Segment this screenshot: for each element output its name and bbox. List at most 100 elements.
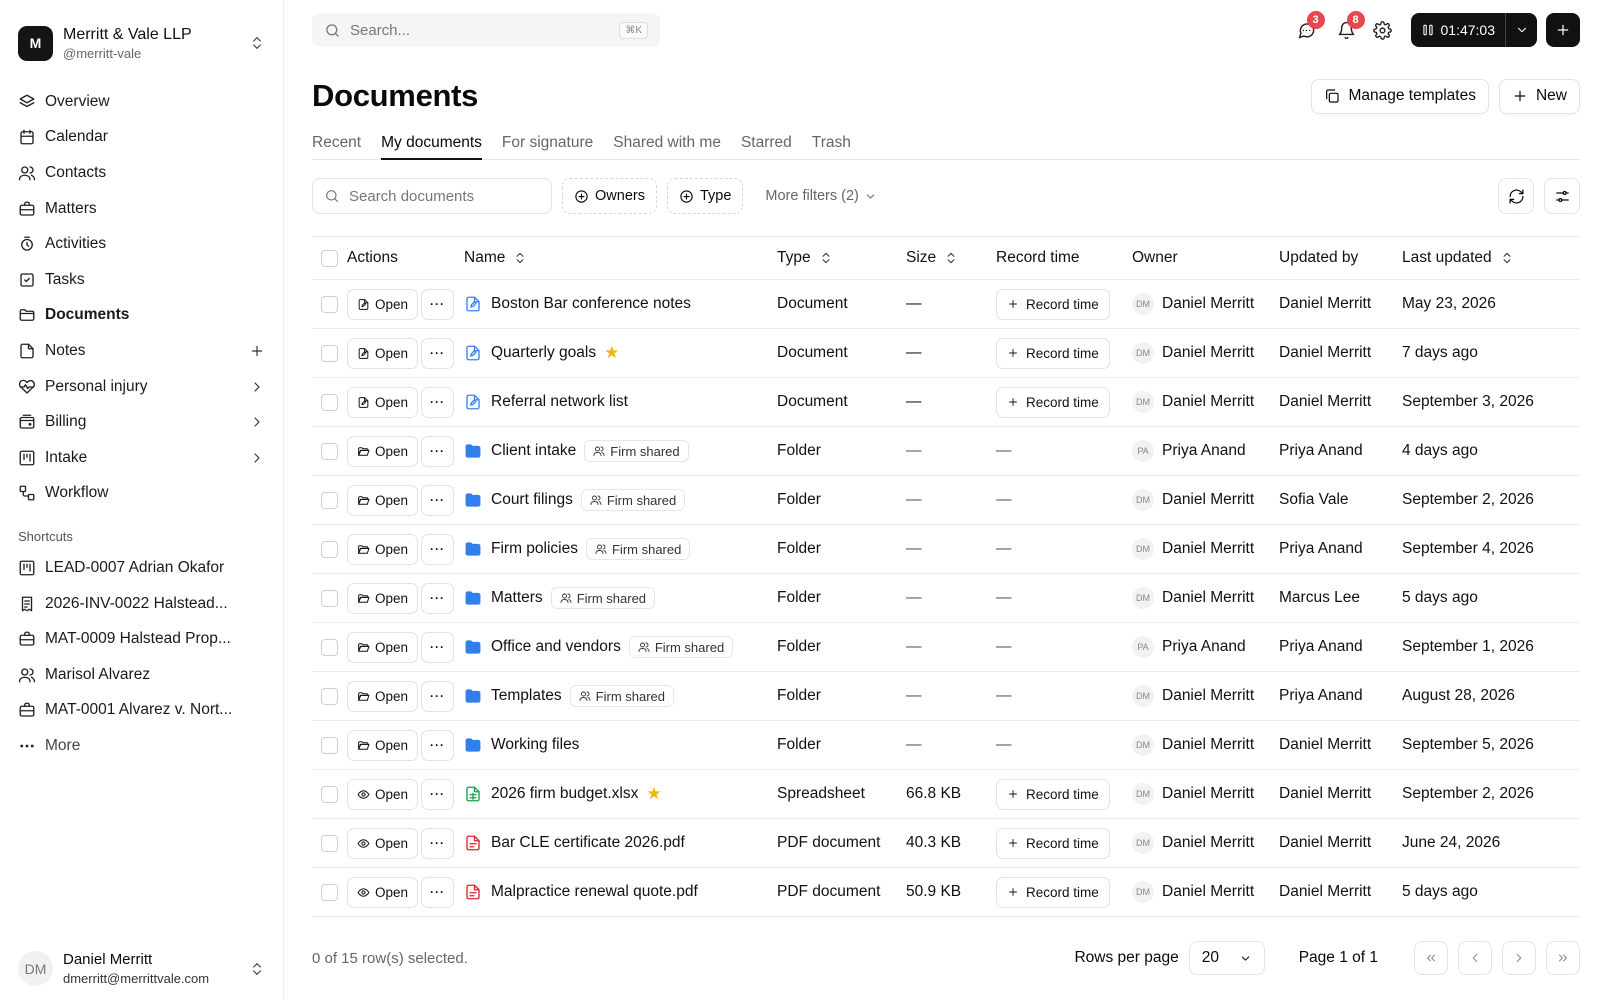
row-checkbox[interactable] (321, 491, 338, 509)
record-time-button[interactable]: Record time (996, 778, 1110, 810)
shortcut-item[interactable]: Marisol Alvarez (10, 657, 273, 693)
view-options-button[interactable] (1544, 178, 1580, 214)
row-more-button[interactable]: ··· (421, 484, 455, 516)
sidebar-item-contacts[interactable]: Contacts (10, 155, 273, 191)
owners-filter-button[interactable]: Owners (562, 178, 657, 214)
row-more-button[interactable]: ··· (421, 533, 455, 565)
open-button[interactable]: Open (347, 827, 419, 859)
row-more-button[interactable]: ··· (421, 631, 455, 663)
new-document-button[interactable]: New (1498, 78, 1580, 114)
table-row[interactable]: Open ··· Quarterly goals ★ Document — Record t… (312, 328, 1580, 378)
document-search-input[interactable]: Search documents (312, 178, 552, 214)
open-button[interactable]: Open (347, 533, 419, 565)
table-row[interactable]: Open ··· Firm policies Firm shared Folder — — D… (312, 524, 1580, 574)
row-checkbox[interactable] (321, 344, 338, 362)
sidebar-item-activities[interactable]: Activities (10, 226, 273, 262)
sidebar-item-personal-injury[interactable]: Personal injury (10, 369, 273, 405)
tab-trash[interactable]: Trash (812, 128, 851, 159)
row-checkbox[interactable] (321, 736, 338, 754)
user-menu[interactable]: DM Daniel Merritt dmerritt@merrittvale.c… (18, 951, 265, 986)
select-all-checkbox[interactable] (321, 249, 338, 267)
record-time-button[interactable]: Record time (996, 288, 1110, 320)
row-checkbox[interactable] (321, 393, 338, 411)
row-more-button[interactable]: ··· (421, 582, 455, 614)
document-name[interactable]: Malpractice renewal quote.pdf (491, 883, 698, 901)
record-time-button[interactable]: Record time (996, 337, 1110, 369)
type-filter-button[interactable]: Type (666, 178, 744, 214)
row-checkbox[interactable] (321, 834, 338, 852)
table-row[interactable]: Open ··· Client intake Firm shared Folder — — P… (312, 426, 1580, 476)
sidebar-item-notes[interactable]: Notes (10, 333, 273, 369)
record-time-button[interactable]: Record time (996, 386, 1110, 418)
document-name[interactable]: Bar CLE certificate 2026.pdf (491, 834, 685, 852)
col-name[interactable]: Name (464, 236, 777, 280)
table-row[interactable]: Open ··· Boston Bar conference notes Docume… (312, 279, 1580, 329)
document-name[interactable]: Matters (491, 589, 543, 607)
table-row[interactable]: Open ··· Bar CLE certificate 2026.pdf PDF d… (312, 818, 1580, 868)
col-last-updated[interactable]: Last updated (1402, 236, 1580, 280)
notifications-button[interactable]: 8 (1329, 11, 1365, 47)
table-row[interactable]: Open ··· Court filings Firm shared Folder — — D… (312, 475, 1580, 525)
document-name[interactable]: Quarterly goals (491, 344, 596, 362)
row-more-button[interactable]: ··· (421, 435, 455, 467)
shortcut-item[interactable]: MAT-0009 Halstead Prop... (10, 621, 273, 657)
row-checkbox[interactable] (321, 883, 338, 901)
sidebar-item-billing[interactable]: Billing (10, 404, 273, 440)
tab-recent[interactable]: Recent (312, 128, 361, 159)
table-row[interactable]: Open ··· Office and vendors Firm shared Fold… (312, 622, 1580, 672)
shortcut-item[interactable]: LEAD-0007 Adrian Okafor (10, 550, 273, 586)
record-time-button[interactable]: Record time (996, 876, 1110, 908)
col-size[interactable]: Size (906, 236, 996, 280)
table-row[interactable]: Open ··· Working files Folder — — DM Daniel Mer… (312, 720, 1580, 770)
document-name[interactable]: Client intake (491, 442, 576, 460)
sidebar-item-overview[interactable]: Overview (10, 84, 273, 120)
timer-dropdown-button[interactable] (1505, 13, 1537, 47)
shortcut-item[interactable]: 2026-INV-0022 Halstead... (10, 586, 273, 622)
rows-per-page-select[interactable]: 20 (1188, 941, 1265, 975)
row-more-button[interactable]: ··· (421, 288, 455, 320)
row-more-button[interactable]: ··· (421, 386, 455, 418)
row-checkbox[interactable] (321, 442, 338, 460)
open-button[interactable]: Open (347, 288, 419, 320)
row-more-button[interactable]: ··· (421, 778, 455, 810)
open-button[interactable]: Open (347, 484, 419, 516)
table-row[interactable]: Open ··· Matters Firm shared Folder — — DM Danie… (312, 573, 1580, 623)
row-checkbox[interactable] (321, 540, 338, 558)
tab-my-documents[interactable]: My documents (381, 128, 482, 160)
sidebar-item-matters[interactable]: Matters (10, 191, 273, 227)
record-time-button[interactable]: Record time (996, 827, 1110, 859)
timer-button[interactable]: 01:47:03 (1410, 13, 1505, 47)
table-row[interactable]: Open ··· Templates Firm shared Folder — — DM Dan… (312, 671, 1580, 721)
next-page-button[interactable] (1502, 941, 1536, 975)
open-button[interactable]: Open (347, 778, 419, 810)
prev-page-button[interactable] (1458, 941, 1492, 975)
row-more-button[interactable]: ··· (421, 680, 455, 712)
row-more-button[interactable]: ··· (421, 827, 455, 859)
document-name[interactable]: Referral network list (491, 393, 628, 411)
open-button[interactable]: Open (347, 631, 419, 663)
sidebar-item-intake[interactable]: Intake (10, 440, 273, 476)
tab-starred[interactable]: Starred (741, 128, 792, 159)
global-search[interactable]: Search... ⌘K (312, 13, 660, 47)
open-button[interactable]: Open (347, 337, 419, 369)
open-button[interactable]: Open (347, 876, 419, 908)
document-name[interactable]: Boston Bar conference notes (491, 295, 691, 313)
document-name[interactable]: Working files (491, 736, 579, 754)
col-type[interactable]: Type (777, 236, 906, 280)
star-icon[interactable]: ★ (604, 343, 619, 363)
sidebar-item-documents[interactable]: Documents (10, 298, 273, 334)
quick-create-button[interactable] (1546, 13, 1580, 47)
table-row[interactable]: Open ··· Referral network list Document — Rec… (312, 377, 1580, 427)
document-name[interactable]: Templates (491, 687, 562, 705)
document-name[interactable]: Firm policies (491, 540, 578, 558)
document-name[interactable]: Office and vendors (491, 638, 621, 656)
tab-for-signature[interactable]: For signature (502, 128, 593, 159)
row-more-button[interactable]: ··· (421, 729, 455, 761)
sidebar-item-tasks[interactable]: Tasks (10, 262, 273, 298)
open-button[interactable]: Open (347, 435, 419, 467)
row-more-button[interactable]: ··· (421, 337, 455, 369)
org-switcher[interactable]: M Merritt & Vale LLP @merritt-vale (0, 0, 283, 70)
first-page-button[interactable] (1414, 941, 1448, 975)
row-more-button[interactable]: ··· (421, 876, 455, 908)
settings-button[interactable] (1365, 13, 1401, 47)
